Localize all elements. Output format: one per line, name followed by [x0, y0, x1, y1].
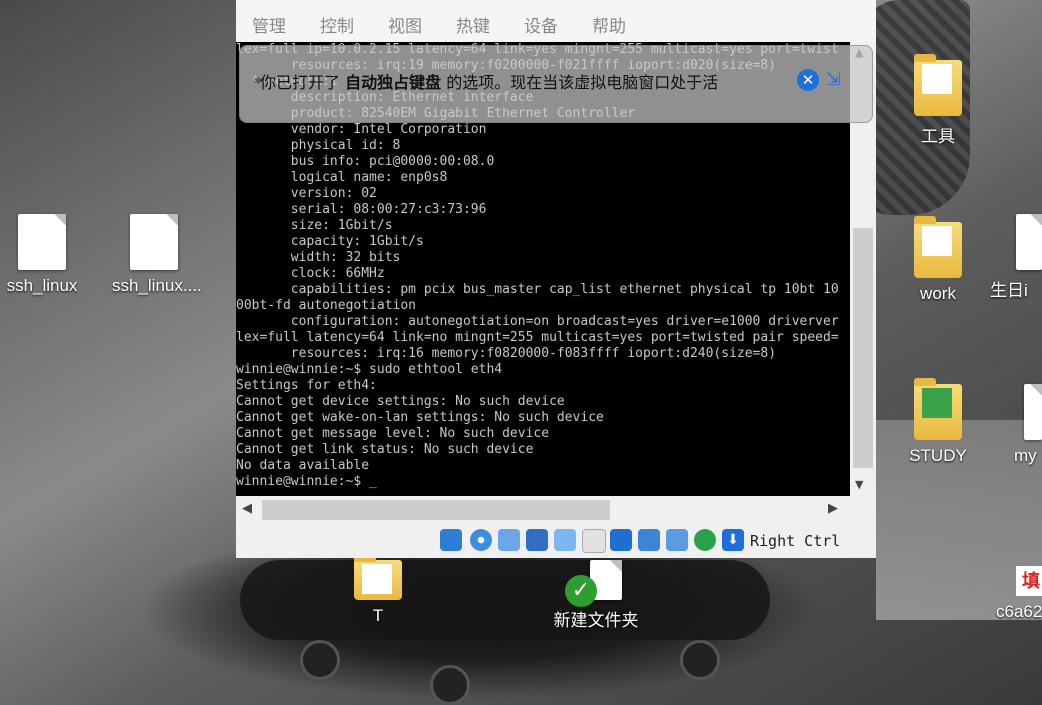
desktop-icon-tools[interactable]: 工具 [896, 54, 980, 147]
notification-bold: 自动独占键盘 [345, 73, 442, 92]
mouse-integration-icon[interactable] [694, 529, 716, 551]
desktop-icon-label: STUDY [909, 446, 967, 465]
desktop-icon-work[interactable]: work [896, 216, 980, 304]
menu-control[interactable]: 控制 [320, 12, 354, 37]
document-icon: 填 [1016, 566, 1042, 596]
status-bar: ⬇ Right Ctrl [236, 524, 876, 558]
menu-devices[interactable]: 设备 [524, 12, 558, 37]
desktop-icon-label: 生日i [990, 281, 1028, 300]
file-icon [1024, 384, 1042, 440]
hard-disk-icon[interactable] [440, 529, 462, 551]
menu-view[interactable]: 视图 [388, 12, 422, 37]
desktop-icon-label: work [920, 284, 956, 303]
menu-help[interactable]: 帮助 [592, 12, 626, 37]
video-capture-icon[interactable] [638, 529, 660, 551]
virtualization-icon[interactable] [666, 529, 688, 551]
pin-icon[interactable]: ⇲ [826, 69, 848, 91]
optical-drive-icon[interactable] [470, 529, 492, 551]
keyboard-capture-notification: ✱ 你已打开了 自动独占键盘 的选项。现在当该虚拟电脑窗口处于活 ✕ ⇲ [239, 45, 873, 123]
wallpaper-wheel [680, 640, 720, 680]
desktop-icon-label: 工具 [921, 127, 955, 146]
network-icon[interactable] [526, 529, 548, 551]
scroll-right-icon[interactable]: ▶ [828, 501, 838, 516]
close-icon[interactable]: ✕ [797, 69, 819, 91]
checkmark-icon: ✓ [565, 575, 597, 607]
desktop-icon-c6a[interactable]: 填 c6a62 [996, 566, 1042, 622]
desktop-icon-label: ssh_linux [6, 276, 78, 295]
scroll-down-icon[interactable]: ▼ [855, 478, 863, 491]
shared-folder-icon[interactable] [582, 529, 606, 553]
desktop-icon-ssh-linux[interactable]: ssh_linux [0, 214, 84, 296]
notification-text: 你已打开了 自动独占键盘 的选项。现在当该虚拟电脑窗口处于活 [260, 69, 718, 93]
menu-manage[interactable]: 管理 [252, 12, 286, 37]
folder-icon [914, 54, 962, 116]
file-icon [1016, 214, 1042, 270]
desktop-icon-label: c6a62 [996, 602, 1042, 621]
file-icon [130, 214, 178, 270]
host-key-label: Right Ctrl [750, 532, 841, 550]
scroll-left-icon[interactable]: ◀ [242, 501, 252, 516]
audio-icon[interactable] [498, 529, 520, 551]
notification-suffix: 的选项。现在当该虚拟电脑窗口处于活 [446, 73, 719, 92]
notification-prefix: 你已打开了 [260, 73, 341, 92]
keyboard-capture-icon[interactable]: ⬇ [722, 529, 744, 551]
desktop-icon-label: ssh_linux.... [112, 276, 202, 295]
desktop-icon-label: my [1014, 446, 1037, 465]
desktop-icon-label: 新建文件夹 [553, 611, 639, 630]
desktop-icon-my[interactable]: my [990, 384, 1042, 466]
desktop-icon-study[interactable]: STUDY [896, 378, 980, 466]
menu-bar: 管理 控制 视图 热键 设备 帮助 [236, 0, 876, 42]
menu-hotkeys[interactable]: 热键 [456, 12, 490, 37]
desktop-icon-label: T [372, 606, 384, 625]
usb-icon[interactable] [554, 529, 576, 551]
folder-icon [914, 216, 962, 278]
folder-icon [354, 554, 402, 600]
folder-icon [914, 378, 962, 440]
desktop-icon-ssh-linux-2[interactable]: ssh_linux.... [112, 214, 202, 296]
wallpaper-skateboard [240, 560, 770, 640]
file-icon [18, 214, 66, 270]
display-icon[interactable] [610, 529, 632, 551]
desktop-icon-birthday[interactable]: 生日i [990, 214, 1042, 301]
scrollbar-thumb[interactable] [262, 500, 610, 520]
horizontal-scrollbar[interactable]: ◀ ▶ [236, 496, 850, 524]
desktop-icon-t[interactable]: T [336, 554, 420, 626]
scrollbar-thumb[interactable] [853, 228, 873, 468]
wallpaper-wheel [300, 640, 340, 680]
wallpaper-wheel [430, 665, 470, 705]
